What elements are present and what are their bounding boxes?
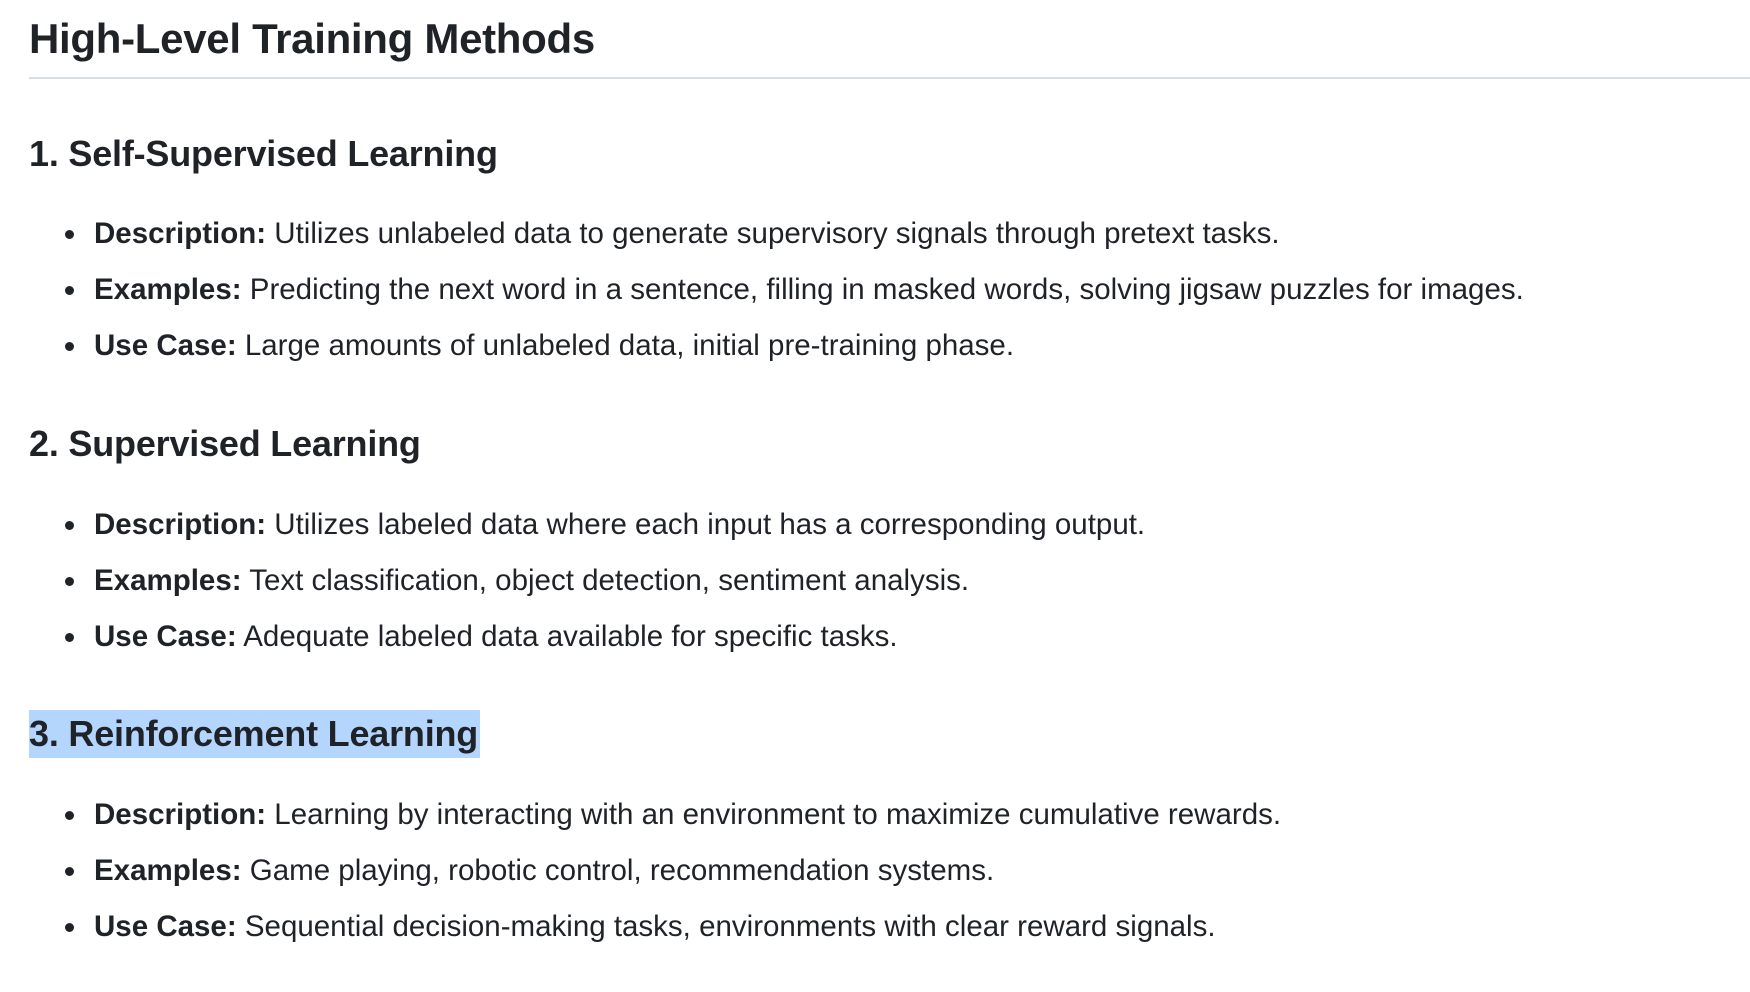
item-label: Use Case: xyxy=(94,329,237,362)
list-item: Examples: Game playing, robotic control,… xyxy=(0,843,1281,899)
item-label: Description: xyxy=(94,508,267,541)
item-text: Adequate labeled data available for spec… xyxy=(236,620,898,653)
title-divider xyxy=(29,77,1750,79)
reinforcement-list: Description: Learning by interacting wit… xyxy=(0,787,1281,955)
bullet-icon xyxy=(65,867,74,876)
item-text: Game playing, robotic control, recommend… xyxy=(241,854,995,887)
item-text: Text classification, object detection, s… xyxy=(241,564,970,597)
item-text: Predicting the next word in a sentence, … xyxy=(241,273,1524,306)
supervised-list: Description: Utilizes labeled data where… xyxy=(0,497,1145,665)
list-item: Use Case: Sequential decision-making tas… xyxy=(0,899,1281,955)
section-heading-self-supervised: 1. Self-Supervised Learning xyxy=(29,133,498,174)
bullet-icon xyxy=(65,633,74,642)
item-label: Examples: xyxy=(94,273,242,306)
list-item: Description: Utilizes unlabeled data to … xyxy=(0,206,1524,262)
item-text: Large amounts of unlabeled data, initial… xyxy=(236,329,1015,362)
item-label: Use Case: xyxy=(94,910,237,943)
item-label: Examples: xyxy=(94,854,242,887)
bullet-icon xyxy=(65,811,74,820)
item-text: Utilizes unlabeled data to generate supe… xyxy=(266,217,1280,250)
item-label: Description: xyxy=(94,217,267,250)
list-item: Examples: Predicting the next word in a … xyxy=(0,262,1524,318)
bullet-icon xyxy=(65,286,74,295)
list-item: Description: Utilizes labeled data where… xyxy=(0,497,1145,553)
list-item: Examples: Text classification, object de… xyxy=(0,553,1145,609)
bullet-icon xyxy=(65,521,74,530)
section-heading-reinforcement: 3. Reinforcement Learning xyxy=(29,710,481,758)
bullet-icon xyxy=(65,342,74,351)
list-item: Use Case: Adequate labeled data availabl… xyxy=(0,609,1145,665)
section-heading-supervised: 2. Supervised Learning xyxy=(29,423,421,464)
page-title: High-Level Training Methods xyxy=(29,15,595,62)
self-supervised-list: Description: Utilizes unlabeled data to … xyxy=(0,206,1524,374)
bullet-icon xyxy=(65,230,74,239)
item-label: Use Case: xyxy=(94,620,237,653)
bullet-icon xyxy=(65,923,74,932)
list-item: Use Case: Large amounts of unlabeled dat… xyxy=(0,318,1524,374)
item-text: Sequential decision-making tasks, enviro… xyxy=(236,910,1216,943)
bullet-icon xyxy=(65,577,74,586)
item-label: Examples: xyxy=(94,564,242,597)
list-item: Description: Learning by interacting wit… xyxy=(0,787,1281,843)
item-text: Learning by interacting with an environm… xyxy=(266,798,1282,831)
item-label: Description: xyxy=(94,798,267,831)
item-text: Utilizes labeled data where each input h… xyxy=(266,508,1146,541)
